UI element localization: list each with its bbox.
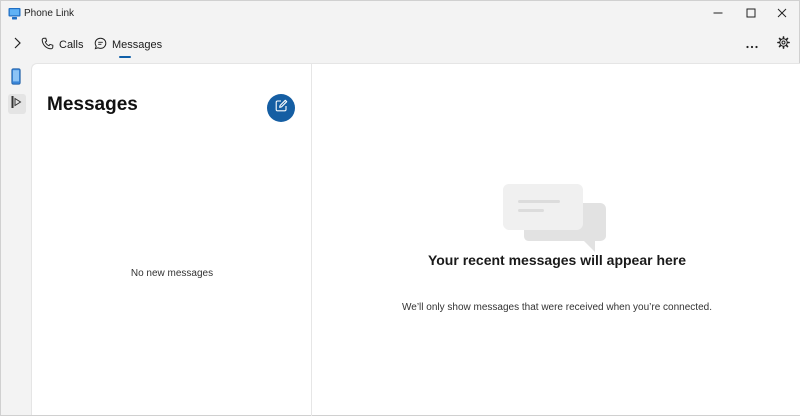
messages-list-pane: Messages No new messages <box>32 64 312 416</box>
empty-state-subtitle: We’ll only show messages that were recei… <box>402 302 712 313</box>
nav-bar: Calls Messages <box>1 27 800 63</box>
tab-calls-label: Calls <box>59 39 84 51</box>
apps-icon <box>11 95 23 114</box>
close-icon <box>777 5 787 23</box>
ellipsis-icon <box>746 36 758 54</box>
maximize-icon <box>746 5 756 23</box>
maximize-button[interactable] <box>736 1 766 27</box>
empty-list-text: No new messages <box>130 268 214 279</box>
tab-messages-label: Messages <box>112 39 163 51</box>
expand-nav-button[interactable] <box>7 35 27 55</box>
chevron-right-icon <box>12 36 22 54</box>
phone-link-window: Phone Link Calls Messages Messages No ne… <box>0 0 800 416</box>
title-bar: Phone Link <box>1 1 800 27</box>
compose-icon <box>275 99 288 117</box>
main-content: Messages No new messages Your recent mes… <box>31 63 800 416</box>
minimize-button[interactable] <box>703 1 733 27</box>
close-button[interactable] <box>767 1 797 27</box>
rail-apps[interactable] <box>8 94 26 114</box>
selected-tab-indicator <box>119 56 131 58</box>
phone-device-icon <box>11 68 21 90</box>
page-title: Messages <box>47 94 138 115</box>
chat-bubbles-illustration <box>503 184 609 262</box>
chat-bubble-icon <box>94 37 112 53</box>
window-title: Phone Link <box>24 8 75 19</box>
gear-icon <box>776 36 790 54</box>
phone-icon <box>41 37 59 53</box>
more-options-button[interactable] <box>742 35 762 55</box>
rail-phone-device[interactable] <box>10 68 22 90</box>
tab-calls[interactable]: Calls <box>41 33 83 57</box>
settings-button[interactable] <box>773 35 793 55</box>
new-message-button[interactable] <box>267 94 295 122</box>
minimize-icon <box>713 5 723 23</box>
tab-messages[interactable]: Messages <box>94 33 162 57</box>
phone-link-app-icon <box>8 7 21 20</box>
empty-state-title: Your recent messages will appear here <box>427 252 687 268</box>
message-detail-pane: Your recent messages will appear here We… <box>313 64 800 416</box>
